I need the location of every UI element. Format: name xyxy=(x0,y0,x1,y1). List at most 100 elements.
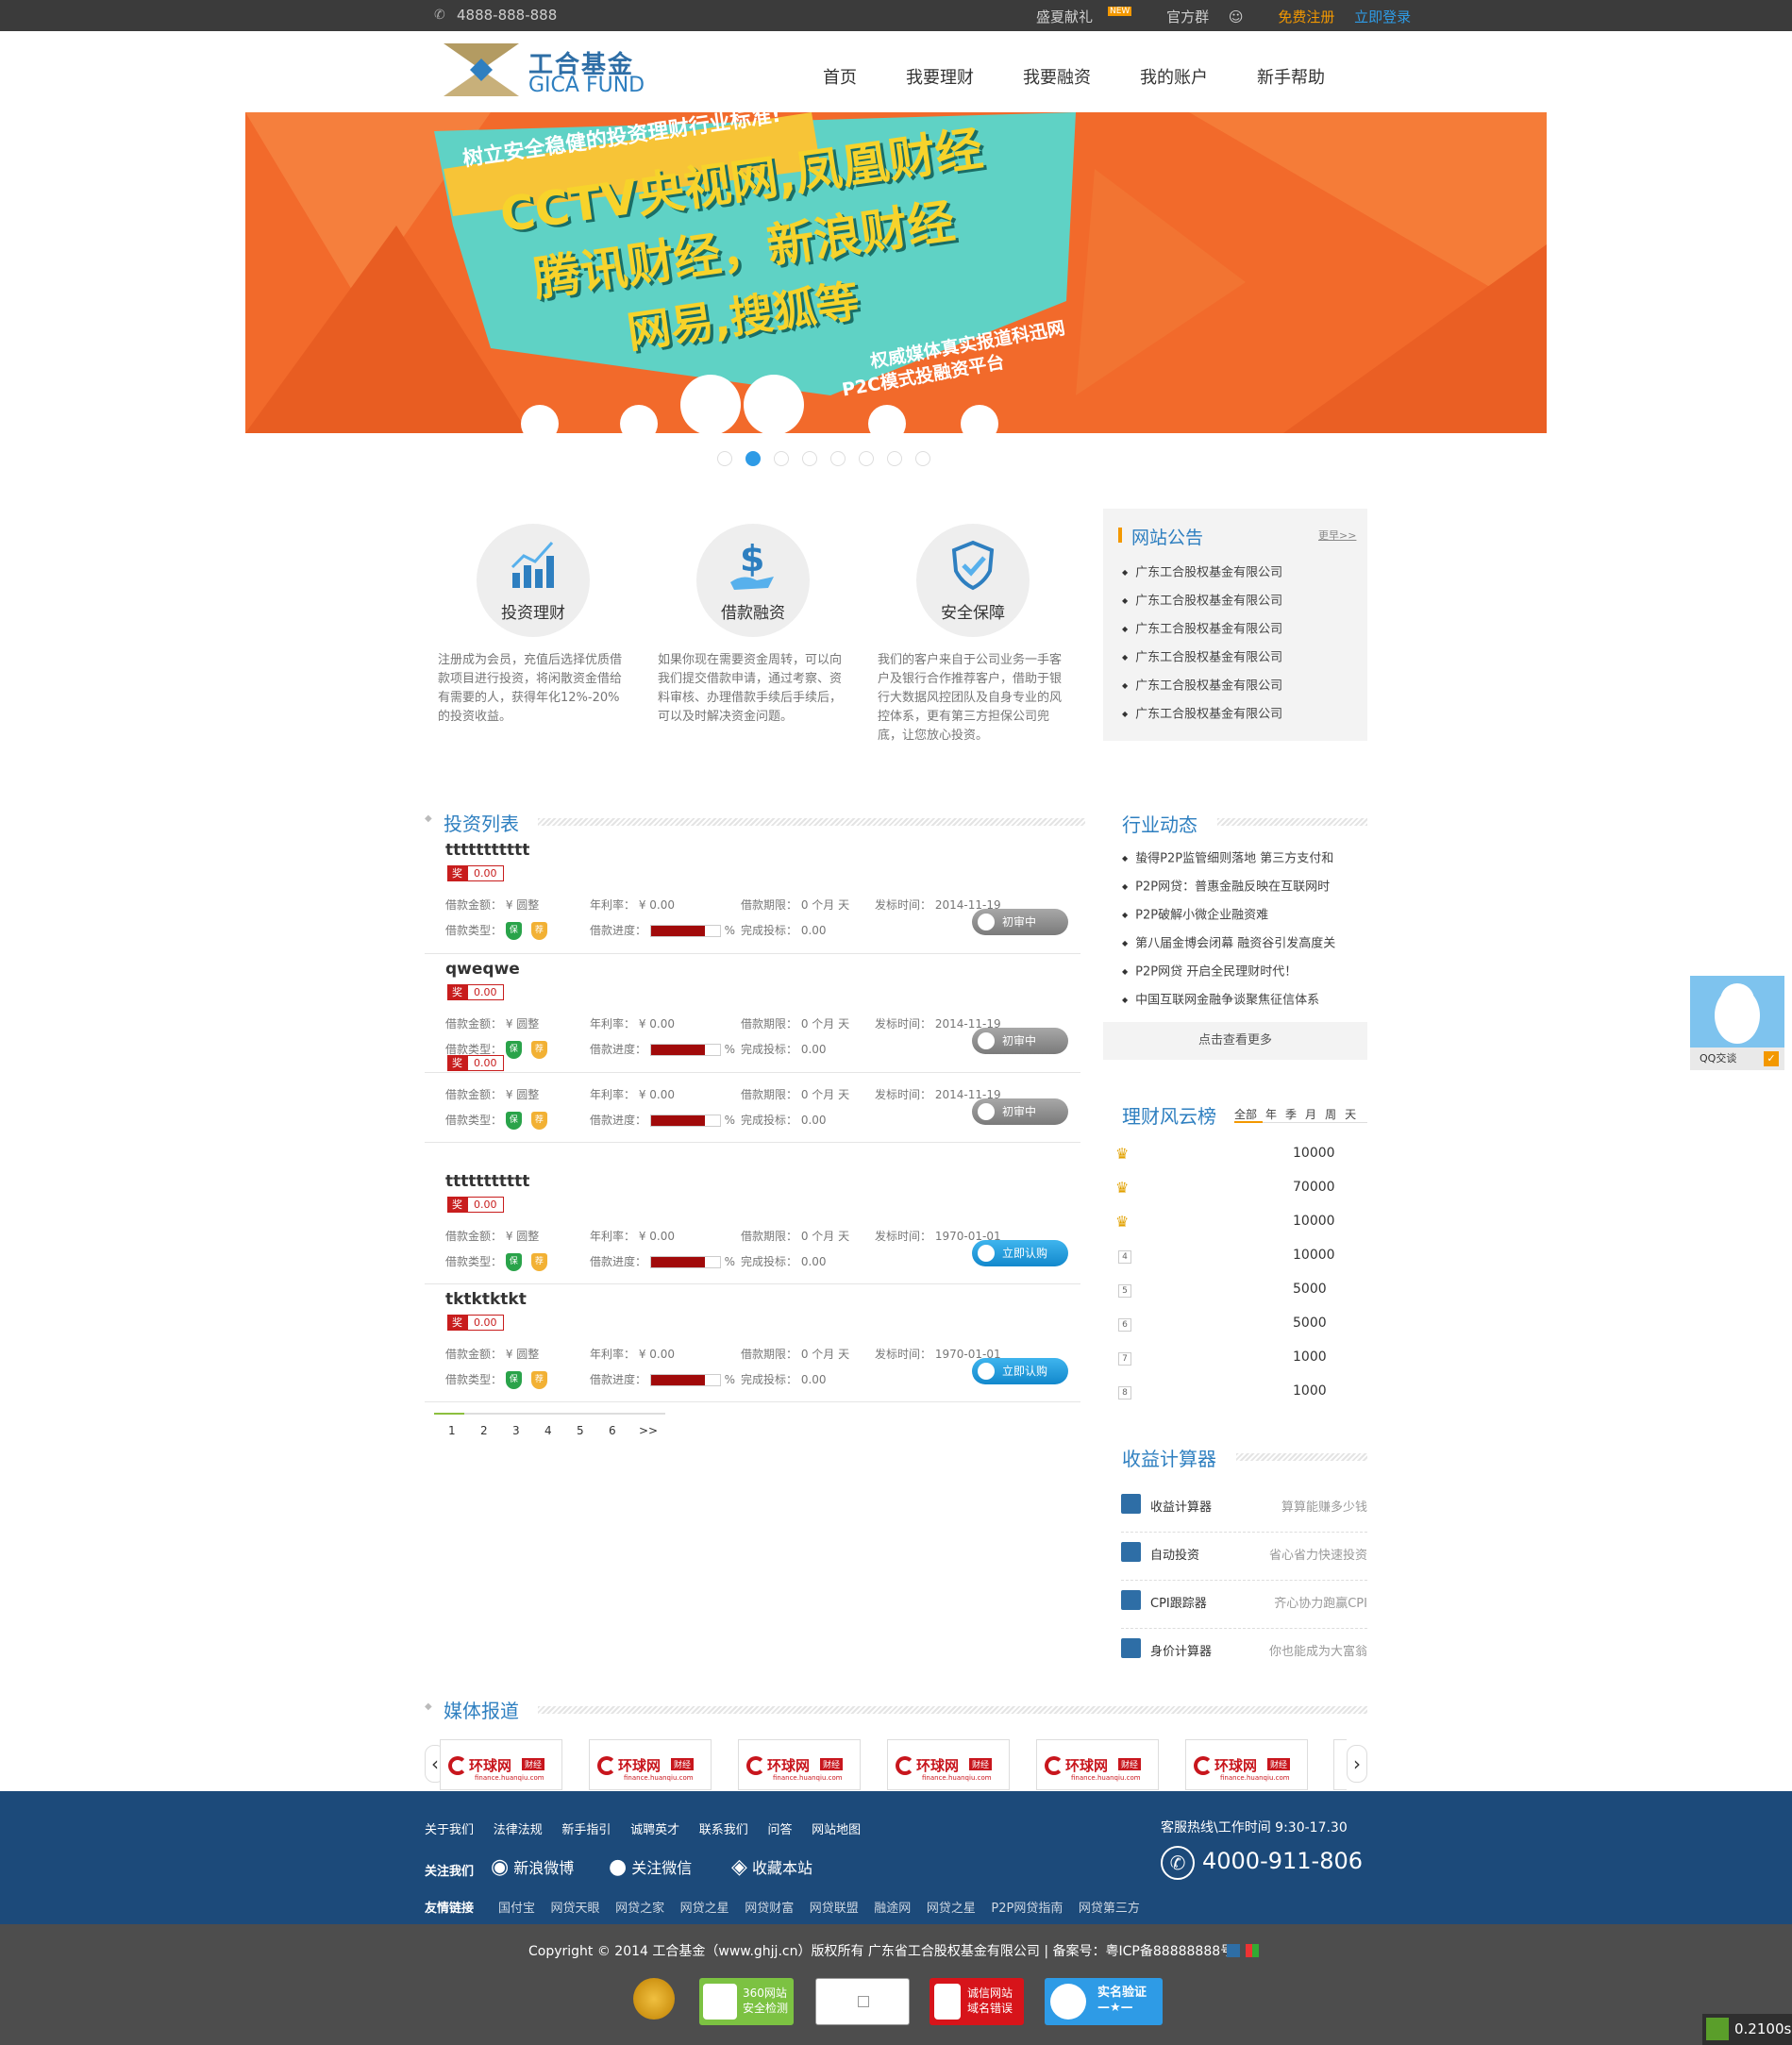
invest-item[interactable]: ttttttttttt 奖 0.00 借款金额： ¥ 圆整 年利率： ¥ 0.00 借款期… xyxy=(425,835,1080,954)
friend-link[interactable]: 网贷联盟 xyxy=(810,1902,859,1916)
notice-item[interactable]: 广东工合股权基金有限公司 xyxy=(1122,672,1358,700)
banner-dot[interactable] xyxy=(745,451,761,466)
invest-item-name[interactable]: qweqwe xyxy=(445,960,520,979)
media-logo[interactable]: 环球网 财经 finance.huanqiu.com xyxy=(1185,1739,1308,1790)
nav-finance[interactable]: 我要融资 xyxy=(1023,64,1091,89)
industry-item[interactable]: P2P网贷 开启全民理财时代！ xyxy=(1122,958,1367,986)
register-link[interactable]: 免费注册 xyxy=(1278,8,1334,25)
footer-link[interactable]: 联系我们 xyxy=(699,1823,748,1837)
top-links: 盛夏献礼 NEW 官方群 ☺ 免费注册 立即登录 xyxy=(1036,7,1426,26)
banner-dot[interactable] xyxy=(830,451,846,466)
media-logo[interactable]: 环球网 财经 finance.huanqiu.com xyxy=(1036,1739,1159,1790)
footer-link[interactable]: 关于我们 xyxy=(425,1823,474,1837)
badge-realname[interactable]: 实名验证 —★— xyxy=(1045,1978,1163,2025)
banner-dot[interactable] xyxy=(774,451,789,466)
invest-item-name[interactable]: tktktktkt xyxy=(445,1290,527,1309)
weixin-link[interactable]: ● 关注微信 xyxy=(609,1855,692,1879)
hero-banner[interactable]: 树立安全稳健的投资理财行业标准! CCTV央视网,凤凰财经 腾讯财经，新浪财经 … xyxy=(245,112,1547,433)
broken-image-badge[interactable] xyxy=(815,1978,910,2025)
media-next-button[interactable]: › xyxy=(1347,1745,1367,1783)
logo[interactable]: 工合基金 GICA FUND xyxy=(444,42,651,98)
notice-item[interactable]: 广东工合股权基金有限公司 xyxy=(1122,559,1358,587)
qq-chat-widget[interactable]: QQ交谈 ✓ xyxy=(1690,976,1784,1070)
industry-item[interactable]: P2P破解小微企业融资难 xyxy=(1122,901,1367,930)
invest-item-name[interactable]: ttttttttttt xyxy=(445,1172,529,1191)
friend-link[interactable]: 网贷财富 xyxy=(745,1902,794,1916)
gift-link[interactable]: 盛夏献礼 NEW xyxy=(1036,7,1147,25)
industry-more-button[interactable]: 点击查看更多 xyxy=(1103,1022,1367,1060)
feature-invest[interactable]: 投资理财 xyxy=(434,524,632,637)
invest-action-button[interactable]: 初审中 xyxy=(972,1098,1068,1125)
footer-link[interactable]: 新手指引 xyxy=(561,1823,611,1837)
calc-cpi[interactable]: CPI跟踪器 齐心协力跑赢CPI xyxy=(1121,1582,1367,1629)
friend-link[interactable]: 网贷第三方 xyxy=(1079,1902,1140,1916)
nav-help[interactable]: 新手帮助 xyxy=(1257,64,1325,89)
pager-page[interactable]: 4 xyxy=(544,1424,552,1437)
notice-item[interactable]: 广东工合股权基金有限公司 xyxy=(1122,644,1358,672)
friend-link[interactable]: P2P网贷指南 xyxy=(991,1902,1063,1916)
invest-item[interactable]: 奖 0.00 借款金额： ¥ 圆整 年利率： ¥ 0.00 借款期限： 0 个月 天发标… xyxy=(425,1048,1080,1143)
banner-dot[interactable] xyxy=(887,451,902,466)
nav-home[interactable]: 首页 xyxy=(823,64,857,89)
friend-link[interactable]: 国付宝 xyxy=(498,1902,535,1916)
banner-dot[interactable] xyxy=(915,451,930,466)
industry-item[interactable]: P2P网贷：普惠金融反映在互联网时 xyxy=(1122,873,1367,901)
banner-dot[interactable] xyxy=(717,451,732,466)
pager-page[interactable]: 6 xyxy=(609,1424,616,1437)
weibo-link[interactable]: ◉ 新浪微博 xyxy=(491,1855,574,1879)
footer-link[interactable]: 问答 xyxy=(767,1823,792,1837)
media-logo[interactable]: 环球网 财经 finance.huanqiu.com xyxy=(589,1739,712,1790)
industry-item[interactable]: 第八届金博会闭幕 融资谷引发高度关 xyxy=(1122,930,1367,958)
tab-week[interactable]: 周 xyxy=(1325,1108,1336,1121)
notice-item[interactable]: 广东工合股权基金有限公司 xyxy=(1122,587,1358,615)
pager-page[interactable]: 3 xyxy=(512,1424,520,1437)
footer-link[interactable]: 网站地图 xyxy=(812,1823,861,1837)
tab-year[interactable]: 年 xyxy=(1265,1108,1277,1121)
pager-next[interactable]: >> xyxy=(639,1424,658,1437)
industry-item[interactable]: 中国互联网金融争谈聚焦征信体系 xyxy=(1122,986,1367,1014)
favorite-link[interactable]: ◈ 收藏本站 xyxy=(731,1855,812,1879)
footer-link[interactable]: 诚聘英才 xyxy=(630,1823,679,1837)
pager-page[interactable]: 5 xyxy=(577,1424,584,1437)
calc-auto-invest[interactable]: 自动投资 省心省力快速投资 xyxy=(1121,1534,1367,1581)
feature-security[interactable]: 安全保障 xyxy=(874,524,1072,637)
invest-action-button[interactable]: 初审中 xyxy=(972,909,1068,935)
friend-link[interactable]: 网贷之星 xyxy=(680,1902,729,1916)
nav-invest[interactable]: 我要理财 xyxy=(906,64,974,89)
banner-dot[interactable] xyxy=(802,451,817,466)
footer-link[interactable]: 法律法规 xyxy=(494,1823,543,1837)
pager-page[interactable]: 1 xyxy=(448,1424,456,1437)
industry-item[interactable]: 蛰得P2P监管细则落地 第三方支付和 xyxy=(1122,845,1367,873)
friend-link[interactable]: 融途网 xyxy=(874,1902,911,1916)
crown-icon: ♛ xyxy=(1115,1145,1130,1163)
tab-day[interactable]: 天 xyxy=(1345,1108,1356,1121)
badge-360[interactable]: 360网站 安全检测 xyxy=(699,1978,794,2025)
tab-month[interactable]: 月 xyxy=(1305,1108,1316,1121)
badge-credit[interactable]: 诚信网站 域名错误 xyxy=(929,1978,1024,2025)
friend-link[interactable]: 网贷之家 xyxy=(615,1902,664,1916)
calc-worth[interactable]: 身价计算器 你也能成为大富翁 xyxy=(1121,1630,1367,1677)
banner-dot[interactable] xyxy=(859,451,874,466)
notice-more-link[interactable]: 更早>> xyxy=(1318,528,1356,543)
media-logo[interactable]: 环球网 财经 finance.huanqiu.com xyxy=(738,1739,861,1790)
invest-item-name[interactable]: ttttttttttt xyxy=(445,841,529,860)
notice-item[interactable]: 广东工合股权基金有限公司 xyxy=(1122,700,1358,729)
official-group-link[interactable]: 官方群 ☺ xyxy=(1166,8,1258,25)
media-logo[interactable]: 环球网 财经 finance.huanqiu.com xyxy=(440,1739,562,1790)
calc-income[interactable]: 收益计算器 算算能赚多少钱 xyxy=(1121,1485,1367,1533)
tab-all[interactable]: 全部 xyxy=(1234,1108,1257,1121)
notice-item[interactable]: 广东工合股权基金有限公司 xyxy=(1122,615,1358,644)
friend-link[interactable]: 网贷天眼 xyxy=(551,1902,600,1916)
login-link[interactable]: 立即登录 xyxy=(1354,8,1411,25)
police-badge[interactable] xyxy=(628,1978,680,2025)
feature-finance[interactable]: $ 借款融资 xyxy=(654,524,852,637)
invest-item[interactable]: ttttttttttt 奖 0.00 借款金额： ¥ 圆整 年利率： ¥ 0.00 借款期… xyxy=(425,1166,1080,1284)
invest-action-button[interactable]: 立即认购 xyxy=(972,1358,1068,1384)
media-logo[interactable]: 环球网 财经 finance.huanqiu.com xyxy=(887,1739,1010,1790)
friend-link[interactable]: 网贷之星 xyxy=(927,1902,976,1916)
invest-action-button[interactable]: 立即认购 xyxy=(972,1240,1068,1266)
invest-item[interactable]: tktktktkt 奖 0.00 借款金额： ¥ 圆整 年利率： ¥ 0.00 借款期限：… xyxy=(425,1284,1080,1402)
nav-account[interactable]: 我的账户 xyxy=(1140,64,1208,89)
pager-page[interactable]: 2 xyxy=(480,1424,488,1437)
tab-season[interactable]: 季 xyxy=(1285,1108,1297,1121)
